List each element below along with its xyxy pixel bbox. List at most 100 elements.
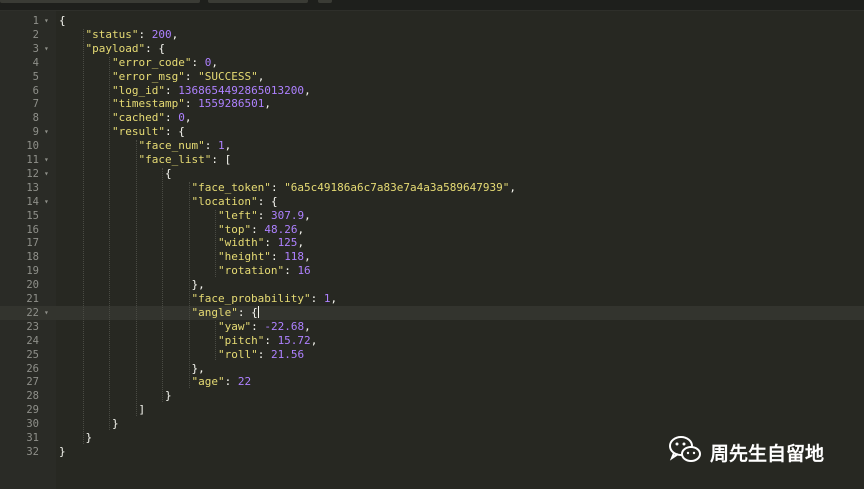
line-number: 17 (26, 237, 39, 250)
code-text: { (59, 14, 66, 27)
line-number: 2 (32, 28, 39, 41)
code-line[interactable]: 23 "yaw": -22.68, (0, 320, 864, 334)
line-number: 30 (26, 418, 39, 431)
code-line[interactable]: 11 ▾ "face_list": [ (0, 153, 864, 167)
line-number: 4 (32, 56, 39, 69)
code-line[interactable]: 16 "top": 48.26, (0, 223, 864, 237)
code-text: "face_probability": 1, (191, 292, 338, 305)
indent-guide (109, 56, 111, 430)
code-line[interactable]: 6 "log_id": 1368654492865013200, (0, 84, 864, 98)
code-line[interactable]: 14 ▾ "location": { (0, 195, 864, 209)
code-line[interactable]: 1 ▾ { (0, 14, 864, 28)
line-number: 6 (32, 84, 39, 97)
tab-bar (0, 0, 864, 11)
code-text: "log_id": 1368654492865013200, (111, 83, 311, 97)
code-text: } (164, 389, 172, 403)
code-line[interactable]: 15 "left": 307.9, (0, 209, 864, 223)
code-text: "yaw": -22.68, (217, 319, 311, 333)
line-number: 8 (32, 112, 39, 125)
tab-3[interactable] (318, 0, 332, 3)
fold-arrow-icon[interactable]: ▾ (44, 125, 49, 139)
code-line[interactable]: 20 }, (0, 278, 864, 292)
code-line[interactable]: 8 "cached": 0, (0, 111, 864, 125)
code-text: "status": 200, (85, 27, 179, 41)
line-number: 31 (26, 432, 39, 444)
line-number: 23 (26, 320, 39, 333)
fold-arrow-icon[interactable]: ▾ (44, 14, 49, 28)
line-number: 28 (26, 390, 39, 403)
code-text: "face_token": "6a5c49186a6c7a83e7a4a3a58… (191, 180, 516, 194)
line-number: 14 (26, 195, 39, 208)
line-number: 21 (26, 293, 39, 305)
code-line[interactable]: 28 } (0, 389, 864, 403)
line-number: 12 (26, 167, 39, 180)
code-line[interactable]: 5 "error_msg": "SUCCESS", (0, 70, 864, 84)
fold-arrow-icon[interactable]: ▾ (44, 306, 49, 320)
indent-guide (215, 320, 217, 361)
code-line[interactable]: 2 "status": 200, (0, 28, 864, 42)
code-line[interactable]: 3 ▾ "payload": { (0, 42, 864, 56)
code-line[interactable]: 17 "width": 125, (0, 236, 864, 250)
line-number: 3 (32, 42, 39, 55)
code-line[interactable]: 7 "timestamp": 1559286501, (0, 97, 864, 111)
code-line[interactable]: 19 "rotation": 16 (0, 264, 864, 278)
code-line[interactable]: 26 }, (0, 362, 864, 376)
line-number: 16 (26, 223, 39, 236)
code-text: { (164, 166, 172, 180)
watermark: 周先生自留地 (668, 435, 825, 470)
code-text: "timestamp": 1559286501, (111, 97, 271, 111)
code-line[interactable]: 25 "roll": 21.56 (0, 348, 864, 362)
line-number: 13 (26, 181, 39, 194)
code-line[interactable]: 24 "pitch": 15.72, (0, 334, 864, 348)
code-text: "roll": 21.56 (217, 347, 305, 361)
code-line[interactable]: 12 ▾ { (0, 167, 864, 181)
indent-guide (135, 140, 137, 417)
code-line[interactable]: 21 "face_probability": 1, (0, 292, 864, 306)
indent-guide (162, 167, 164, 403)
code-text: "payload": { (85, 41, 165, 55)
code-text: "height": 118, (217, 250, 311, 264)
line-number: 24 (26, 334, 39, 347)
code-text: "age": 22 (191, 375, 252, 389)
tab-2[interactable] (208, 0, 308, 3)
line-number: 9 (32, 126, 39, 139)
code-text: "location": { (191, 194, 278, 208)
code-text: "error_msg": "SUCCESS", (111, 69, 265, 83)
line-number: 1 (32, 15, 39, 27)
code-text: }, (191, 278, 205, 292)
fold-arrow-icon[interactable]: ▾ (44, 153, 49, 167)
code-line[interactable]: 13 "face_token": "6a5c49186a6c7a83e7a4a3… (0, 181, 864, 195)
code-line[interactable]: 4 "error_code": 0, (0, 56, 864, 70)
fold-arrow-icon[interactable]: ▾ (44, 167, 49, 181)
indent-guide (188, 181, 190, 389)
code-line[interactable]: 30 } (0, 417, 864, 431)
line-number: 32 (26, 445, 39, 458)
code-line[interactable]: 22 ▾ "angle": { (0, 305, 864, 320)
code-text: "result": { (111, 125, 185, 139)
watermark-text: 周先生自留地 (710, 442, 825, 465)
code-text: }, (191, 361, 205, 375)
wechat-icon (668, 435, 702, 470)
code-text: "rotation": 16 (217, 264, 311, 278)
code-line[interactable]: 18 "height": 118, (0, 250, 864, 264)
fold-arrow-icon[interactable]: ▾ (44, 42, 49, 56)
code-text: "face_num": 1, (138, 139, 232, 153)
line-number: 29 (26, 404, 39, 417)
code-text: "face_list": [ (138, 153, 232, 166)
code-line[interactable]: 29 ] (0, 403, 864, 417)
code-text: } (59, 444, 66, 458)
code-text: } (85, 431, 93, 444)
fold-arrow-icon[interactable]: ▾ (44, 195, 49, 209)
code-line[interactable]: 10 "face_num": 1, (0, 139, 864, 153)
line-number: 20 (26, 279, 39, 292)
line-number: 10 (26, 140, 39, 153)
code-line[interactable]: 27 "age": 22 (0, 375, 864, 389)
code-text: ] (138, 403, 146, 417)
line-number: 22 (26, 306, 39, 319)
indent-guide (82, 28, 84, 444)
line-number: 26 (26, 362, 39, 375)
line-number: 7 (32, 98, 39, 111)
code-line[interactable]: 9 ▾ "result": { (0, 125, 864, 139)
line-number: 19 (26, 265, 39, 278)
tab-1[interactable] (0, 0, 200, 3)
